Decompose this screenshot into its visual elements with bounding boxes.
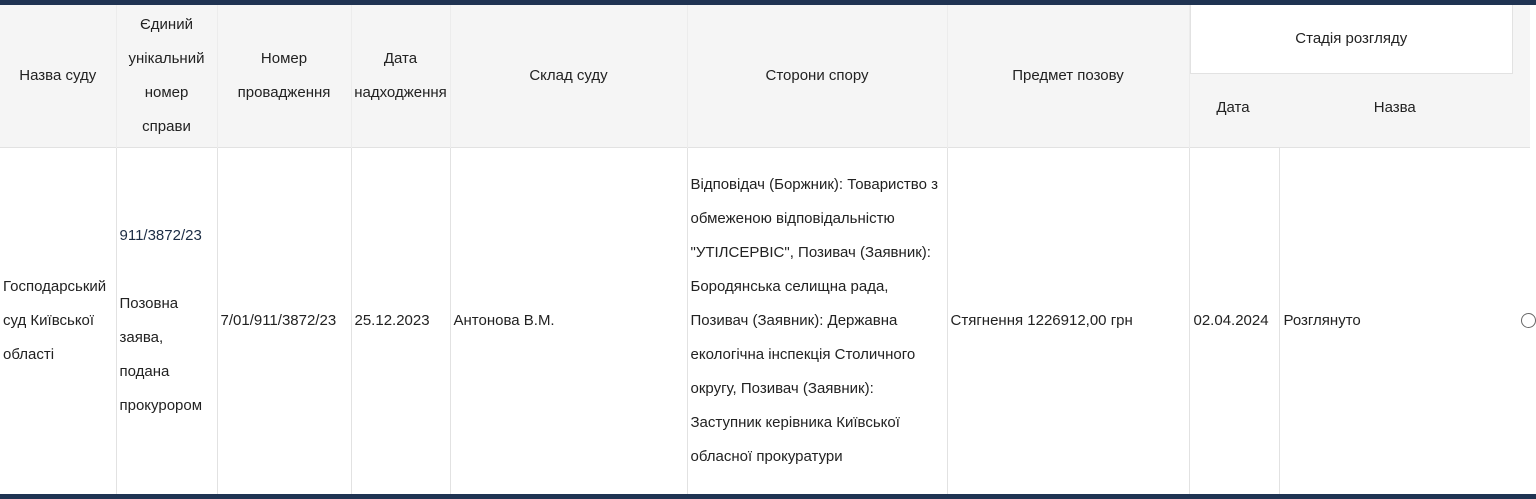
cell-proceeding-number: 7/01/911/3872/23 — [216, 146, 351, 494]
header-stage-name: Назва — [1373, 99, 1416, 116]
case-number-link[interactable]: 911/3872/23 — [120, 227, 202, 244]
cell-stage: 02.04.2024 Розглянуто — [1188, 146, 1536, 494]
header-case-number: Єдиний унікальний номер справи — [115, 5, 218, 147]
case-table-frame: Назва суду Єдиний унікальний номер справ… — [0, 0, 1536, 499]
cell-subject: Стягнення 1226912,00 грн — [946, 146, 1189, 494]
court-cases-table: Назва суду Єдиний унікальний номер справ… — [0, 5, 1536, 494]
table-row: Господарський суд Київської області 911/… — [0, 146, 1536, 494]
header-court-name: Назва суду — [0, 5, 117, 147]
header-stage-date: Дата — [1216, 99, 1250, 116]
header-stage: Стадія розгляду — [1189, 5, 1513, 74]
cell-parties: Відповідач (Боржник): Товариство з обмеж… — [686, 146, 947, 494]
cell-court-composition: Антонова В.М. — [449, 146, 687, 494]
case-type-text: Позовна заява, подана прокурором — [119, 294, 203, 414]
header-parties: Сторони спору — [686, 5, 948, 147]
cell-receipt-date: 25.12.2023 — [350, 146, 450, 494]
header-subject: Предмет позову — [946, 5, 1190, 147]
row-select-radio[interactable] — [1521, 312, 1536, 328]
header-receipt-date: Дата надходження — [350, 5, 451, 147]
cell-gap — [120, 253, 214, 287]
cell-court-name: Господарський суд Київської області — [0, 146, 116, 494]
cell-stage-date: 02.04.2024 — [1190, 147, 1280, 494]
cell-stage-name: Розглянуто — [1283, 311, 1361, 329]
header-proceeding-number: Номер провадження — [216, 5, 352, 147]
table-header-row: Назва суду Єдиний унікальний номер справ… — [0, 5, 1530, 147]
header-stage-group: Стадія розгляду Дата Назва — [1188, 5, 1531, 147]
header-stage-subcolumns: Дата Назва — [1190, 74, 1531, 142]
cell-case-number: 911/3872/23 Позовна заява, подана прокур… — [115, 146, 217, 494]
header-court-composition: Склад суду — [449, 5, 688, 147]
stage-values: 02.04.2024 Розглянуто — [1190, 147, 1536, 494]
